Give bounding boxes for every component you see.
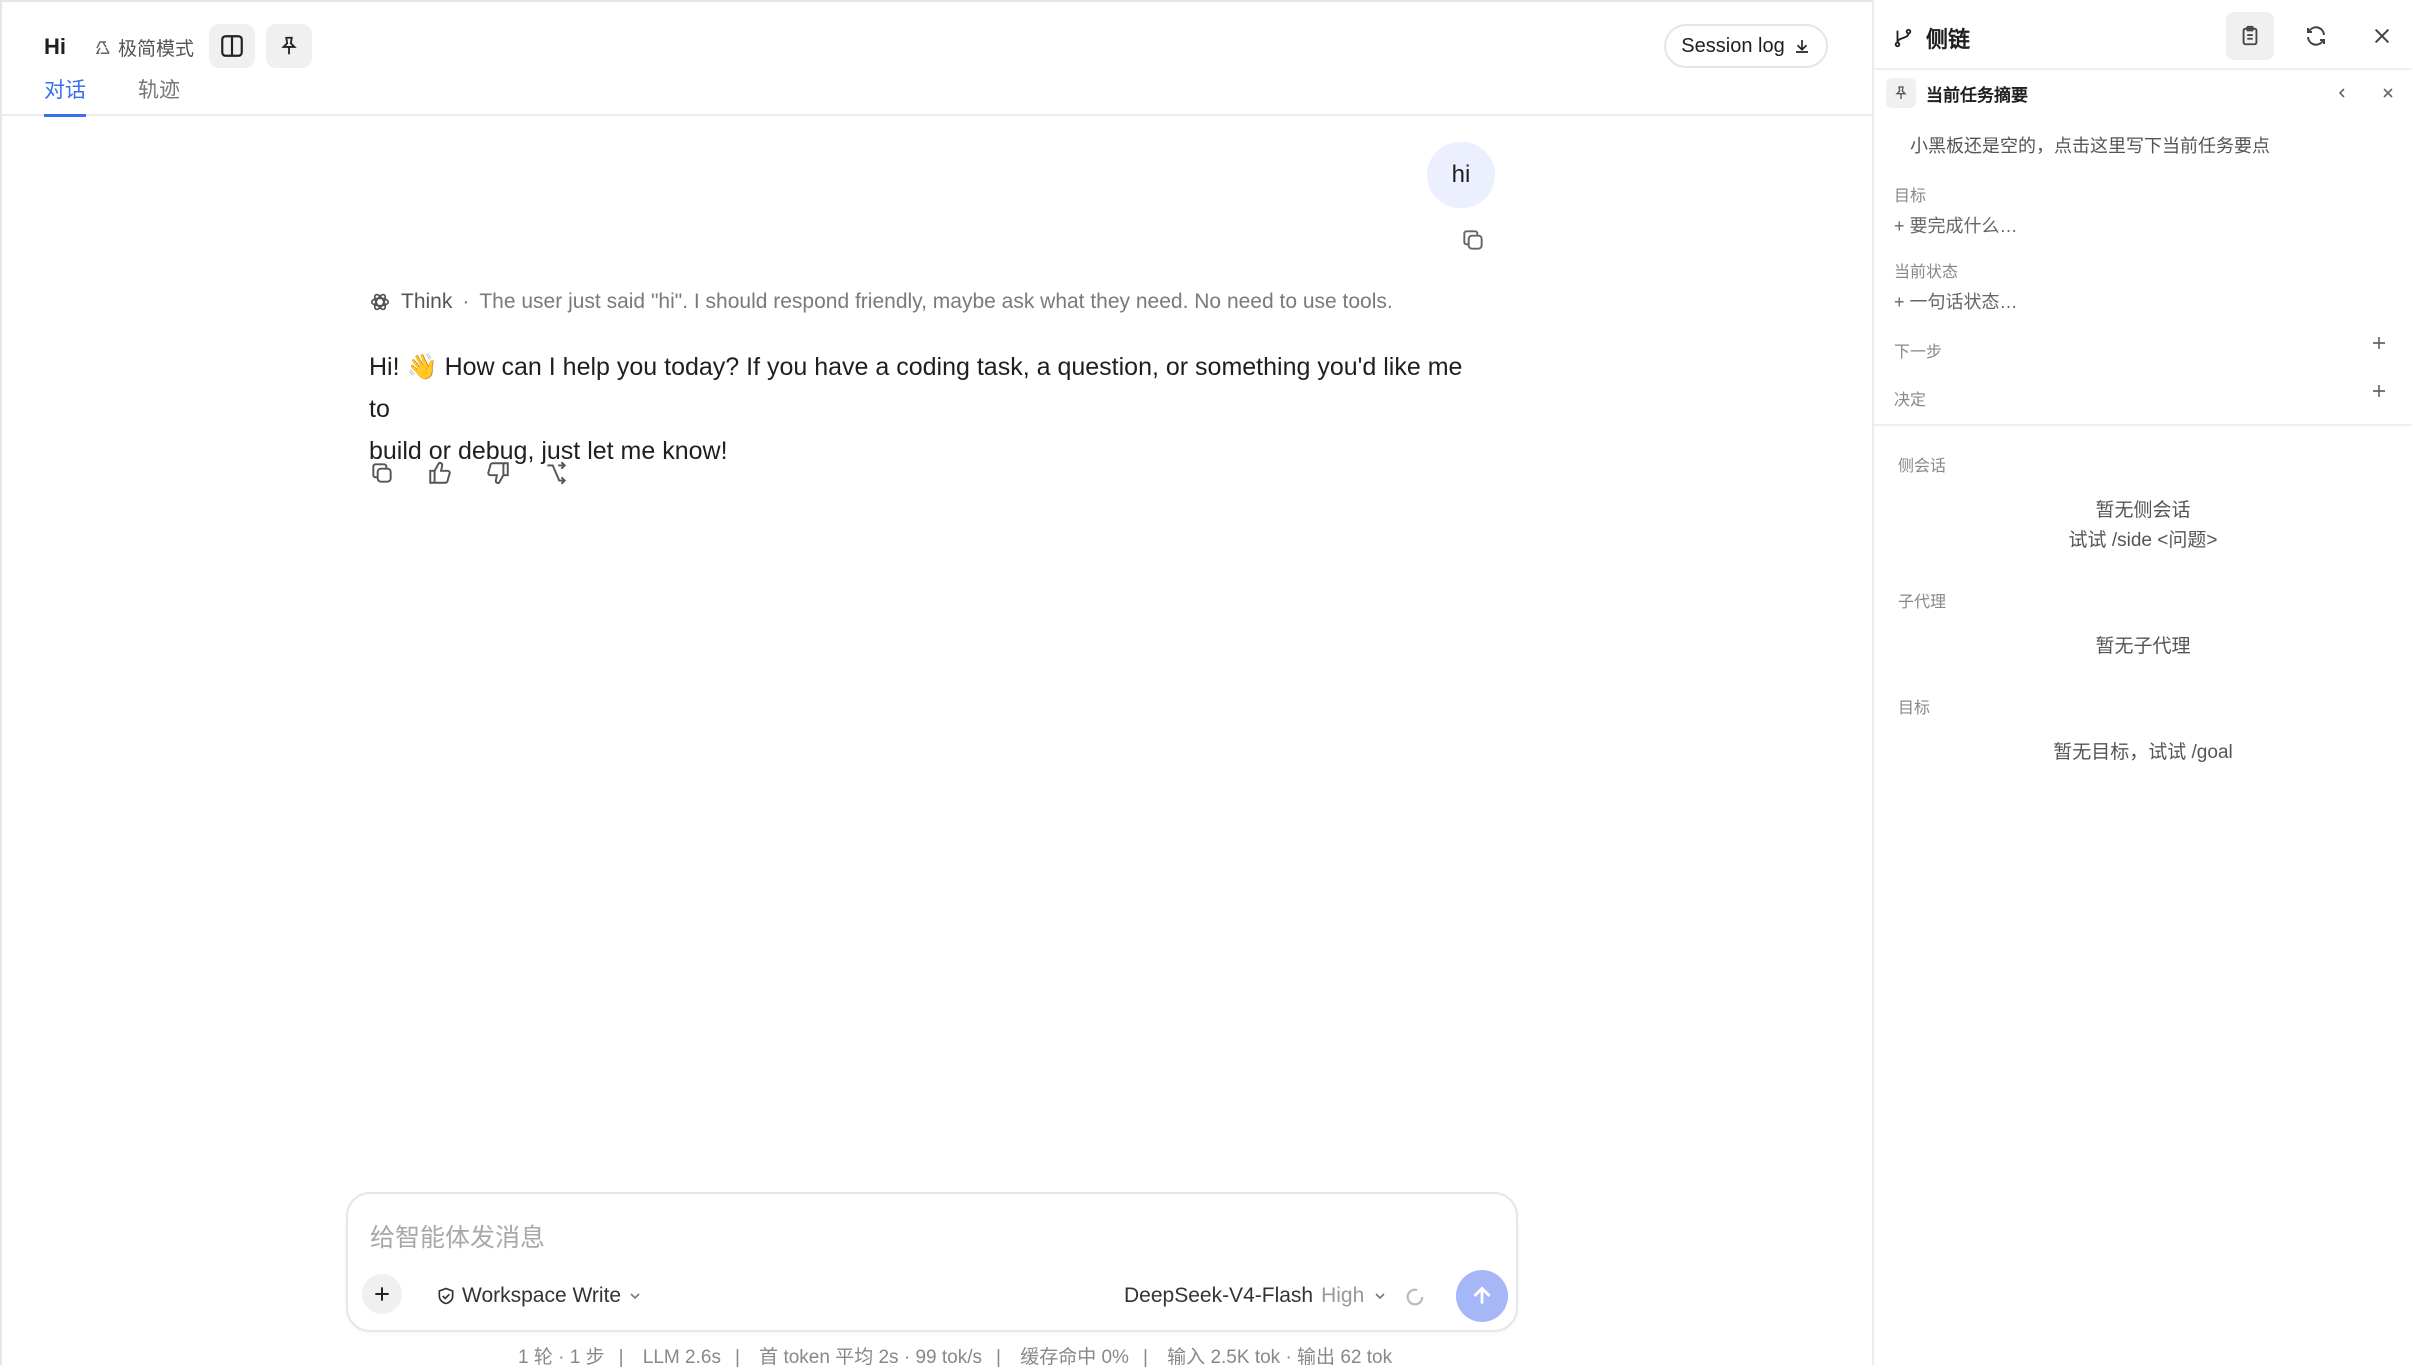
view-tabs: 对话 轨迹 — [44, 74, 180, 117]
split-layout-icon — [221, 35, 243, 57]
divider — [1874, 68, 2412, 70]
side-session-empty-text: 暂无侧会话 — [2095, 500, 2191, 521]
minimal-mode-toggle[interactable]: 极简模式 — [94, 34, 194, 61]
next-step-label: 下一步 — [1894, 344, 1943, 361]
close-side-panel-button[interactable] — [2358, 12, 2406, 60]
plus-icon — [2373, 337, 2385, 349]
layout-toggle-button[interactable] — [209, 24, 255, 68]
branch-icon — [1894, 28, 1912, 48]
main-pane: Hi 极简模式 对话 轨迹 Session log hi Think · The… — [0, 0, 1874, 1368]
think-label: Think — [401, 290, 453, 313]
assistant-message-line: Hi! 👋 How can I help you today? If you h… — [369, 353, 1463, 423]
pin-summary-button[interactable] — [1886, 78, 1916, 108]
session-log-button[interactable]: Session log — [1664, 24, 1828, 68]
top-bar: Hi 极简模式 对话 轨迹 Session log — [2, 2, 1874, 117]
session-title: Hi — [44, 34, 66, 59]
clipboard-icon — [2242, 25, 2258, 46]
think-separator: · — [462, 290, 470, 313]
pin-button[interactable] — [266, 24, 312, 68]
thumbs-up-icon — [429, 462, 451, 484]
recycle-icon — [95, 40, 110, 54]
add-attachment-button[interactable] — [362, 1274, 402, 1314]
side-panel-tools — [2226, 12, 2406, 60]
permission-label: Workspace Write — [462, 1284, 622, 1307]
branch-button[interactable] — [543, 460, 571, 488]
refresh-button[interactable] — [2292, 12, 2340, 60]
thumbs-down-button[interactable] — [485, 460, 513, 488]
chevron-down-icon — [1375, 1293, 1385, 1300]
side-panel: 侧链 当前任务摘要 小黑板还是空的，点击这里写下当前任务要点 目标 + 要完成什… — [1872, 0, 2413, 1365]
add-goal-button[interactable]: + 要完成什么… — [1894, 212, 2018, 238]
add-decision-button[interactable] — [2370, 382, 2388, 405]
download-icon — [1795, 40, 1808, 53]
goal-label: 目标 — [1894, 188, 1927, 205]
goals-label: 目标 — [1898, 700, 1931, 717]
user-message-text: hi — [1451, 161, 1471, 188]
send-button[interactable] — [1456, 1270, 1508, 1322]
divider — [1874, 424, 2412, 426]
thumbs-down-icon — [487, 462, 509, 484]
add-state-button[interactable]: + 一句话状态… — [1894, 288, 2018, 314]
effort-level: High — [1321, 1284, 1365, 1307]
progress-ring-icon — [1406, 1288, 1424, 1306]
copy-icon — [372, 463, 392, 483]
side-panel-header: 侧链 — [1892, 22, 1970, 54]
user-message-bubble: hi — [1427, 142, 1495, 208]
chevron-down-icon — [630, 1293, 640, 1300]
copy-user-message-button[interactable] — [1460, 227, 1486, 258]
atom-icon — [370, 293, 390, 311]
tab-trace[interactable]: 轨迹 — [138, 74, 180, 117]
close-icon — [2374, 28, 2390, 44]
subagent-empty: 暂无子代理 — [2095, 636, 2191, 657]
close-icon[interactable] — [2380, 85, 2396, 101]
copy-button[interactable] — [369, 460, 397, 488]
think-text: The user just said "hi". I should respon… — [479, 290, 1393, 313]
model-selector[interactable]: DeepSeek-V4-Flash High — [1124, 1284, 1388, 1308]
think-block[interactable]: Think · The user just said "hi". I shoul… — [369, 290, 1393, 314]
permission-selector[interactable]: Workspace Write — [436, 1284, 643, 1308]
decision-label: 决定 — [1894, 392, 1927, 409]
side-session-hint: 试试 /side <问题> — [2068, 530, 2218, 551]
task-summary-hint[interactable]: 小黑板还是空的，点击这里写下当前任务要点 — [1910, 132, 2270, 158]
task-summary-controls — [2334, 85, 2396, 101]
copy-icon — [1463, 230, 1483, 250]
clipboard-button[interactable] — [2226, 12, 2274, 60]
message-input[interactable]: 给智能体发消息 — [370, 1218, 545, 1254]
task-summary-header: 当前任务摘要 — [1886, 78, 2396, 108]
branch-icon — [547, 461, 567, 485]
shield-check-icon — [438, 1287, 454, 1305]
tab-chat[interactable]: 对话 — [44, 74, 86, 117]
pin-icon — [281, 36, 297, 55]
goals-empty: 暂无目标，试试 /goal — [2053, 742, 2233, 763]
side-panel-title: 侧链 — [1926, 27, 1971, 52]
side-session-empty: 暂无侧会话 试试 /side <问题> — [1874, 496, 2412, 556]
context-usage-indicator[interactable] — [1404, 1286, 1426, 1313]
refresh-icon — [2307, 26, 2325, 46]
subagent-label: 子代理 — [1898, 594, 1947, 611]
plus-icon — [2373, 385, 2385, 397]
session-log-label: Session log — [1681, 34, 1785, 57]
assistant-message: Hi! 👋 How can I help you today? If you h… — [369, 346, 1479, 472]
minimal-mode-label: 极简模式 — [118, 39, 195, 60]
chevron-left-icon[interactable] — [2334, 85, 2350, 101]
state-label: 当前状态 — [1894, 264, 1959, 281]
task-summary-title: 当前任务摘要 — [1926, 85, 2028, 105]
message-actions — [369, 460, 571, 488]
model-name: DeepSeek-V4-Flash — [1124, 1284, 1314, 1307]
plus-icon — [375, 1287, 389, 1301]
arrow-up-icon — [1473, 1286, 1491, 1304]
add-next-step-button[interactable] — [2370, 334, 2388, 357]
pin-icon — [1895, 86, 1907, 99]
side-session-label: 侧会话 — [1898, 458, 1947, 475]
message-composer: 给智能体发消息 Workspace Write DeepSeek-V4-Flas… — [346, 1192, 1518, 1332]
thumbs-up-button[interactable] — [427, 460, 455, 488]
